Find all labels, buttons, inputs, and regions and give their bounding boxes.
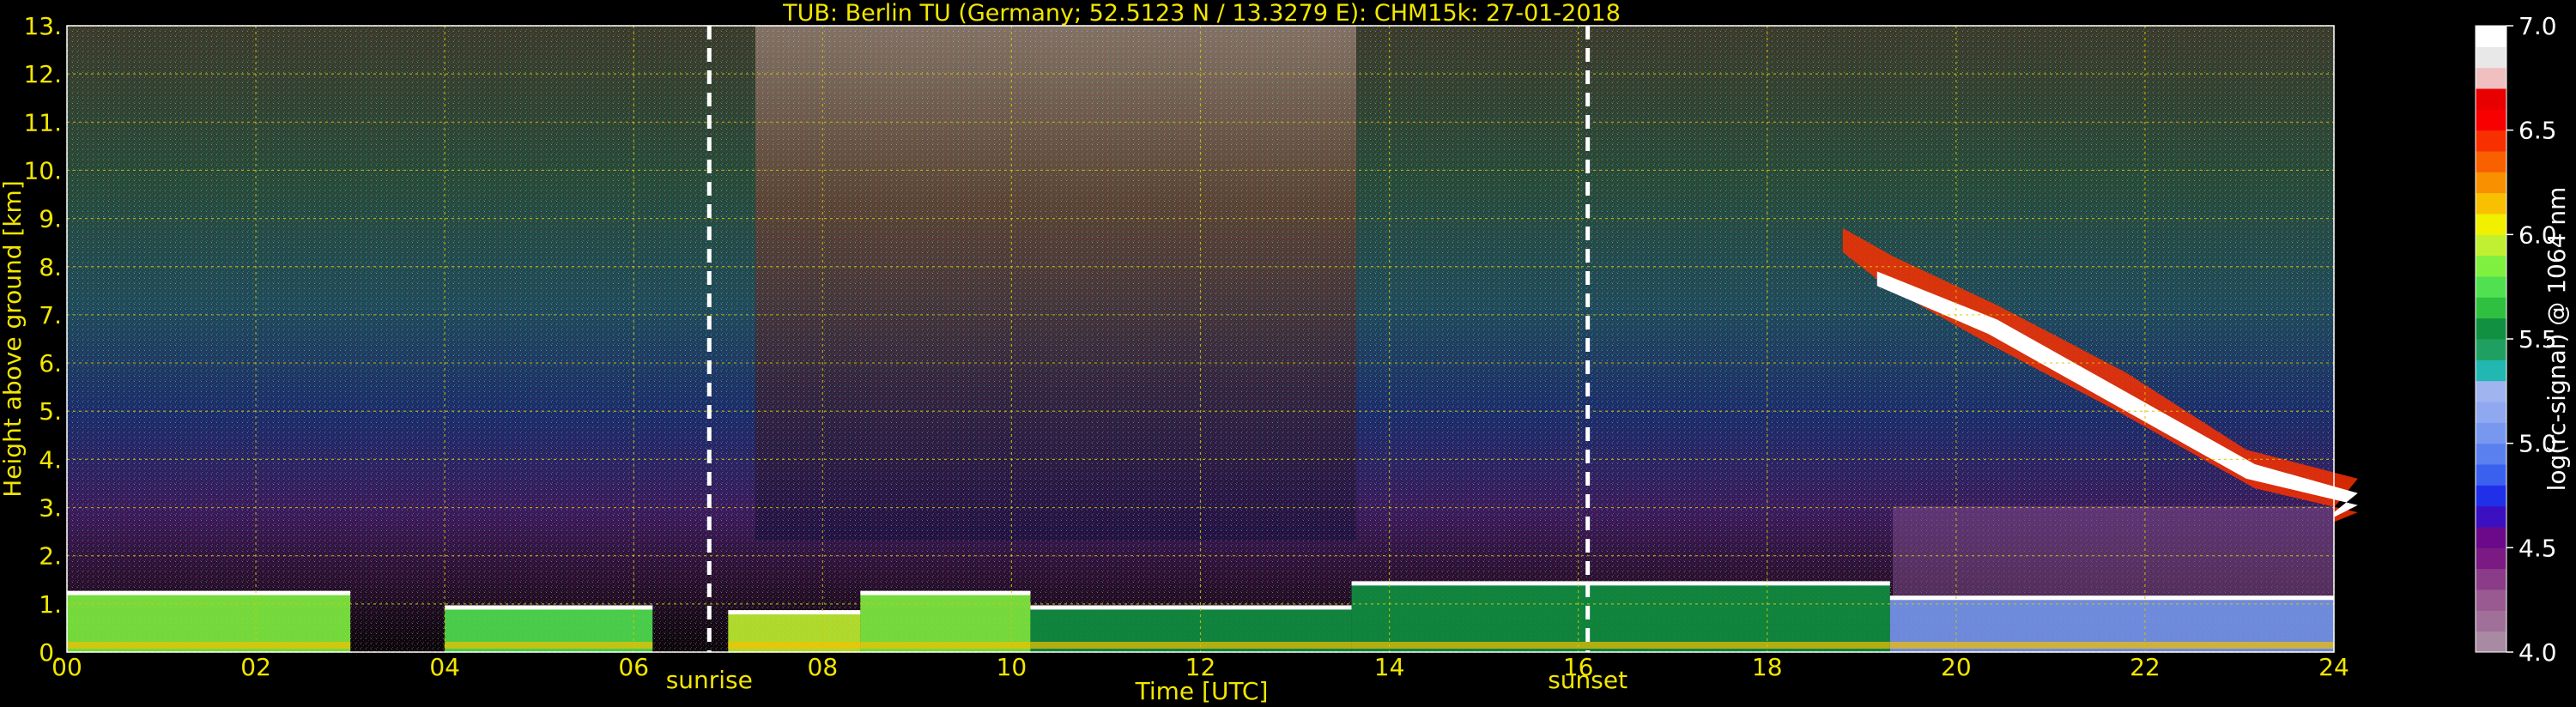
colorbar-segment <box>2476 339 2506 360</box>
y-tick-label: 10. <box>23 156 62 184</box>
boundary-layer-top <box>445 605 653 610</box>
night-purple-layer <box>1893 506 2334 601</box>
x-axis-label: Time [UTC] <box>1135 677 1269 705</box>
colorbar-segment <box>2476 610 2506 632</box>
colorbar-segment <box>2476 547 2506 570</box>
y-tick-label: 4. <box>39 445 62 474</box>
colorbar-segment <box>2476 360 2506 382</box>
colorbar-tick-label: 6.5 <box>2518 117 2557 145</box>
colorbar-segment <box>2476 192 2506 215</box>
x-tick-label: 02 <box>240 653 271 681</box>
y-tick-label: 13. <box>23 12 62 40</box>
colorbar-segment <box>2476 172 2506 194</box>
y-tick-label: 11. <box>23 108 62 136</box>
y-tick-label: 12. <box>23 60 62 88</box>
colorbar-segment <box>2476 568 2506 590</box>
x-tick-label: 08 <box>808 653 839 681</box>
colorbar-segment <box>2476 317 2506 340</box>
lidar-quicklook-chart: sunrise sunset 00 02 04 06 08 10 12 14 16 18 20 22 24… <box>0 0 2571 705</box>
x-tick-label: 04 <box>429 653 460 681</box>
colorbar-label: log(rc-signal) @ 1064 nm <box>2543 187 2571 492</box>
colorbar-segment <box>2476 402 2506 423</box>
colorbar-segment <box>2476 26 2506 47</box>
y-tick-label: 6. <box>39 349 62 378</box>
boundary-layer-top <box>1030 605 1352 610</box>
colorbar-segment <box>2476 485 2506 507</box>
colorbar-segment <box>2476 88 2506 110</box>
colorbar-segment <box>2476 380 2506 402</box>
colorbar-segment <box>2476 443 2506 465</box>
colorbar-segment <box>2476 130 2506 152</box>
boundary-layer-top <box>860 590 1031 595</box>
y-tick-label: 1. <box>39 590 62 619</box>
boundary-layer-top <box>1351 581 1890 586</box>
colorbar-segment <box>2476 464 2506 486</box>
chart-title: TUB: Berlin TU (Germany; 52.5123 N / 13.… <box>782 0 1621 27</box>
y-tick-labels: 0. 1. 2. 3. 4. 5. 6. 7. 8. 9. 10. 11. 12. 13. <box>23 12 62 667</box>
surface-layer <box>728 642 861 649</box>
surface-layer <box>1030 642 1352 649</box>
surface-layer <box>67 642 351 649</box>
colorbar-segment <box>2476 151 2506 172</box>
surface-layer <box>860 642 1031 649</box>
y-tick-label: 9. <box>39 205 62 233</box>
y-tick-label: 5. <box>39 397 62 426</box>
colorbar-segment <box>2476 505 2506 528</box>
y-tick-label: 3. <box>39 494 62 523</box>
marker-label-sunrise: sunrise <box>666 666 753 694</box>
colorbar-segment <box>2476 631 2506 653</box>
x-tick-label: 22 <box>2130 653 2161 681</box>
colorbar-segment <box>2476 109 2506 131</box>
x-tick-label: 14 <box>1374 653 1405 681</box>
boundary-layer-top <box>67 590 351 595</box>
x-tick-label: 20 <box>1941 653 1972 681</box>
surface-layer <box>445 642 653 649</box>
x-tick-label: 18 <box>1752 653 1783 681</box>
colorbar-tick-label: 4.0 <box>2518 638 2557 667</box>
colorbar-segment <box>2476 422 2506 444</box>
surface-layer <box>1351 642 1890 649</box>
colorbar-segment <box>2476 214 2506 235</box>
colorbar-segment <box>2476 527 2506 548</box>
colorbar-segment <box>2476 297 2506 319</box>
colorbar-tick-label: 4.5 <box>2518 534 2557 562</box>
y-tick-label: 0. <box>39 638 62 667</box>
colorbar-segment <box>2476 589 2506 611</box>
y-axis-label: Height above ground [km] <box>0 180 27 498</box>
x-tick-label: 16 <box>1563 653 1594 681</box>
colorbar-segment <box>2476 234 2506 257</box>
y-tick-label: 7. <box>39 301 62 329</box>
x-tick-label: 10 <box>997 653 1027 681</box>
y-tick-label: 2. <box>39 542 62 571</box>
colorbar-segment <box>2476 255 2506 277</box>
boundary-layer-top <box>728 610 861 615</box>
colorbar-segment <box>2476 46 2506 69</box>
colorbar-segment <box>2476 67 2506 89</box>
colorbar-segment <box>2476 276 2506 298</box>
x-tick-label: 06 <box>618 653 649 681</box>
y-tick-label: 8. <box>39 253 62 281</box>
colorbar-tick-label: 7.0 <box>2518 12 2557 40</box>
x-tick-label: 24 <box>2318 653 2349 681</box>
